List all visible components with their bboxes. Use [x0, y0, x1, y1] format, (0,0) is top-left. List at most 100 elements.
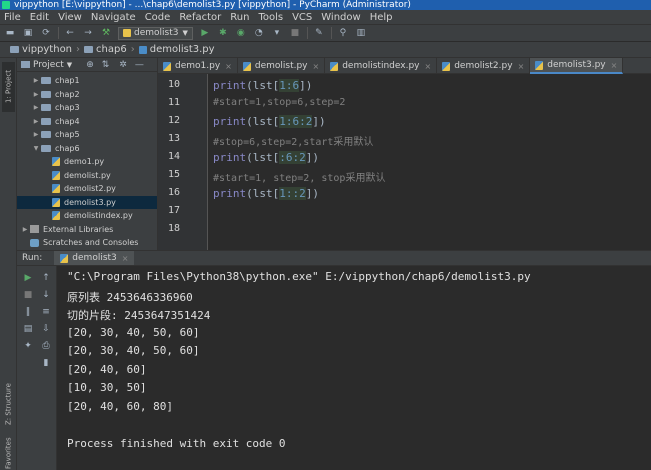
tree-item[interactable]: demolist2.py	[17, 182, 157, 196]
scroll-down-icon[interactable]: ↓	[40, 289, 52, 301]
locate-target-icon[interactable]: ⊕	[86, 60, 94, 70]
menu-window[interactable]: Window	[321, 12, 360, 23]
run-tab[interactable]: demolist3 ×	[54, 251, 135, 265]
tree-item[interactable]: demo1.py	[17, 155, 157, 169]
gear-icon[interactable]: ✲	[119, 60, 127, 70]
rerun-icon[interactable]: ▶	[22, 272, 34, 284]
chevron-right-icon[interactable]: ▶	[32, 91, 40, 98]
print-icon[interactable]: ⎙	[40, 340, 52, 352]
editor-tab[interactable]: demo1.py ×	[158, 58, 238, 74]
pause-icon[interactable]: ‖	[22, 306, 34, 318]
tree-item[interactable]: ▼ chap6	[17, 142, 157, 156]
trash-icon[interactable]: ▮	[40, 357, 52, 369]
tree-item-label: chap4	[55, 116, 80, 126]
stop-square-icon[interactable]: ■	[289, 27, 301, 39]
vcs-icon[interactable]: ▥	[355, 27, 367, 39]
breadcrumb-folder[interactable]: chap6	[84, 44, 127, 55]
pycharm-logo-icon	[2, 1, 10, 9]
forward-arrow-icon[interactable]: →	[82, 27, 94, 39]
save-all-icon[interactable]: ▣	[22, 27, 34, 39]
editor-tab[interactable]: demolistindex.py ×	[325, 58, 438, 74]
open-folder-icon[interactable]: ▬	[4, 27, 16, 39]
side-tab-project[interactable]: 1: Project	[2, 62, 15, 112]
close-icon[interactable]: ×	[225, 62, 232, 71]
chevron-right-icon[interactable]: ▶	[32, 77, 40, 84]
run-console[interactable]: "C:\Program Files\Python38\python.exe" E…	[57, 266, 651, 470]
debug-bug-icon[interactable]: ✱	[217, 27, 229, 39]
hide-panel-icon[interactable]: —	[135, 60, 144, 70]
wrench-settings-icon[interactable]: ✎	[313, 27, 325, 39]
collapse-all-icon[interactable]: ⇅	[102, 60, 110, 70]
tree-item[interactable]: ▶ chap5	[17, 128, 157, 142]
chevron-down-icon[interactable]: ▼	[32, 145, 40, 152]
tree-item[interactable]: Scratches and Consoles	[17, 236, 157, 250]
code-line: #start=1,stop=6,step=2	[213, 97, 346, 108]
tree-item-label: chap6	[55, 143, 80, 153]
run-toolbar: ▶ ↑ ■ ↓ ‖ ≡ ▤ ⇩ ✦ ⎙ ▮	[17, 266, 57, 470]
tree-item[interactable]: demolist3.py	[17, 195, 157, 209]
side-tab-favorites[interactable]: Favorites	[2, 436, 15, 470]
project-panel-title[interactable]: Project	[33, 60, 64, 70]
line-number: 18	[167, 223, 180, 234]
profile-icon[interactable]: ◔	[253, 27, 265, 39]
chevron-right-icon[interactable]: ▶	[21, 226, 29, 233]
tree-item[interactable]: demolistindex.py	[17, 209, 157, 223]
tree-item[interactable]: ▶ chap1	[17, 74, 157, 88]
scroll-end-icon[interactable]: ⇩	[40, 323, 52, 335]
menu-file[interactable]: File	[4, 12, 21, 23]
concurrency-icon[interactable]: ▾	[271, 27, 283, 39]
code-text: ])	[312, 115, 326, 128]
back-arrow-icon[interactable]: ←	[64, 27, 76, 39]
close-icon[interactable]: ×	[122, 254, 129, 263]
menu-run[interactable]: Run	[230, 12, 249, 23]
python-file-icon	[52, 211, 60, 221]
editor-tab[interactable]: demolist2.py ×	[437, 58, 531, 74]
code-editor[interactable]: print(lst[1:6]) #start=1,stop=6,step=2 pri…	[209, 74, 651, 250]
scroll-up-icon[interactable]: ↑	[40, 272, 52, 284]
editor-tab[interactable]: demolist.py ×	[238, 58, 326, 74]
menu-edit[interactable]: Edit	[30, 12, 49, 23]
chevron-right-icon[interactable]: ▶	[32, 104, 40, 111]
menu-code[interactable]: Code	[145, 12, 171, 23]
close-icon[interactable]: ×	[424, 62, 431, 71]
folder-icon	[41, 77, 51, 85]
tree-item-label: Scratches and Consoles	[43, 238, 139, 248]
side-tab-structure[interactable]: Z: Structure	[2, 376, 15, 432]
tree-item[interactable]: ▶ chap2	[17, 88, 157, 102]
tree-item[interactable]: ▶ chap4	[17, 115, 157, 129]
stop-square-icon[interactable]: ■	[22, 289, 34, 301]
chevron-right-icon[interactable]: ▶	[32, 118, 40, 125]
build-hammer-icon[interactable]: ⚒	[100, 27, 112, 39]
console-output-line: "C:\Program Files\Python38\python.exe" E…	[67, 270, 531, 283]
editor-tab[interactable]: demolist3.py ×	[530, 58, 624, 74]
sync-icon[interactable]: ⟳	[40, 27, 52, 39]
run-play-icon[interactable]: ▶	[199, 27, 211, 39]
menu-vcs[interactable]: VCS	[292, 12, 312, 23]
layout-icon[interactable]: ▤	[22, 323, 34, 335]
tree-item[interactable]: ▶ External Libraries	[17, 223, 157, 237]
code-builtin: print	[213, 115, 247, 128]
menu-navigate[interactable]: Navigate	[91, 12, 136, 23]
run-configuration-select[interactable]: demolist3 ▼	[118, 26, 193, 40]
tree-item[interactable]: ▶ chap3	[17, 101, 157, 115]
close-icon[interactable]: ×	[611, 61, 618, 70]
breadcrumb-file[interactable]: demolist3.py	[138, 44, 215, 55]
close-icon[interactable]: ×	[518, 62, 525, 71]
menu-tools[interactable]: Tools	[258, 12, 283, 23]
folder-icon	[41, 104, 51, 112]
pin-icon[interactable]: ✦	[22, 340, 34, 352]
code-line: #stop=6,step=2,start采用默认	[213, 137, 374, 148]
breadcrumb-project[interactable]: vippython	[10, 44, 72, 55]
soft-wrap-icon[interactable]: ≡	[40, 306, 52, 318]
tree-item[interactable]: demolist.py	[17, 169, 157, 183]
chevron-down-icon[interactable]: ▼	[67, 61, 72, 69]
chevron-down-icon: ▼	[182, 29, 188, 37]
run-coverage-icon[interactable]: ◉	[235, 27, 247, 39]
close-icon[interactable]: ×	[313, 62, 320, 71]
python-icon	[123, 29, 131, 37]
chevron-right-icon[interactable]: ▶	[32, 131, 40, 138]
menu-refactor[interactable]: Refactor	[179, 12, 221, 23]
menu-help[interactable]: Help	[370, 12, 393, 23]
search-icon[interactable]: ⚲	[337, 27, 349, 39]
menu-view[interactable]: View	[58, 12, 82, 23]
